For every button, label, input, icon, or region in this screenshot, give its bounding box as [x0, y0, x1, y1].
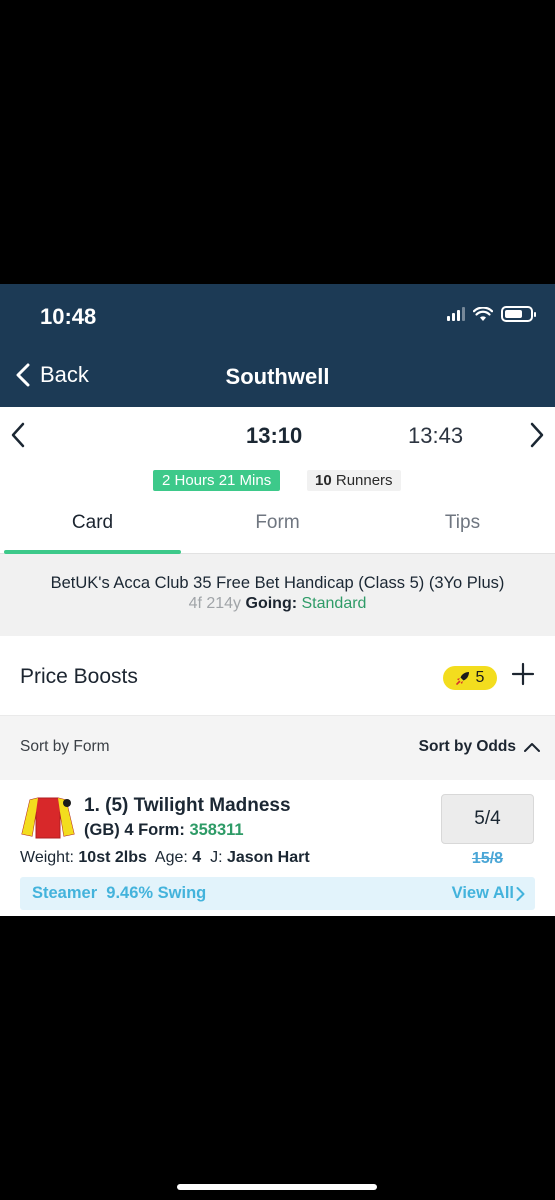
price-boosts-label: Price Boosts	[20, 665, 138, 688]
runners-label: Runners	[335, 472, 393, 489]
price-boosts-row[interactable]: Price Boosts 5	[0, 644, 555, 716]
going-label: Going:	[245, 595, 298, 612]
runner-name: 1. (5) Twilight Madness	[84, 795, 291, 816]
going-value: Standard	[301, 595, 367, 612]
view-all-link[interactable]: View All	[452, 884, 525, 903]
swing-text: Steamer 9.46% Swing	[32, 884, 207, 902]
weight-label: Weight:	[20, 849, 74, 866]
runners-badge: 10 Runners	[307, 470, 401, 491]
back-button[interactable]: Back	[16, 362, 89, 388]
jockey-silks-icon	[21, 797, 75, 839]
runner-subtitle: (GB) 4 Form: 358311	[84, 821, 244, 840]
rocket-icon	[455, 672, 469, 685]
chevron-right-icon	[516, 886, 525, 901]
jockey-label: J:	[210, 849, 223, 866]
runner-card[interactable]: 1. (5) Twilight Madness (GB) 4 Form: 358…	[0, 780, 555, 916]
tab-card[interactable]: Card	[0, 506, 185, 554]
status-time: 10:48	[40, 304, 97, 329]
race-distance: 4f 214y	[188, 595, 242, 612]
previous-odds: 15/8	[471, 850, 504, 867]
price-boost-badge[interactable]: 5	[443, 666, 497, 690]
runners-count: 10	[315, 472, 332, 489]
odds-button[interactable]: 5/4	[441, 794, 534, 844]
runner-form-label: Form:	[138, 821, 185, 839]
runner-age: 4	[192, 849, 202, 866]
tab-bar: Card Form Tips	[0, 506, 555, 554]
app-screen: 10:48 Back Southwell 13:10 13:43 2 Hours…	[0, 284, 555, 916]
swing-banner: Steamer 9.46% Swing View All	[20, 877, 535, 910]
prev-race-chevron-icon[interactable]	[10, 421, 26, 449]
signal-icon	[447, 307, 465, 321]
sort-by-odds-label: Sort by Odds	[418, 738, 516, 755]
sort-bar: Sort by Form Sort by Odds	[0, 716, 555, 780]
plus-icon[interactable]	[511, 662, 535, 686]
tab-form[interactable]: Form	[185, 506, 370, 553]
status-icons	[447, 306, 536, 322]
battery-icon	[501, 306, 536, 322]
countdown-badge: 2 Hours 21 Mins	[153, 470, 281, 491]
wifi-icon	[473, 306, 493, 321]
runner-origin-age: (GB) 4	[84, 821, 134, 839]
runner-details: Weight: 10st 2lbs Age: 4 J: Jason Hart	[20, 849, 310, 867]
view-all-label: View All	[451, 884, 514, 902]
back-label: Back	[40, 362, 89, 387]
chevron-left-icon	[16, 363, 30, 387]
sort-by-form-button[interactable]: Sort by Form	[20, 738, 110, 756]
page-title: Southwell	[225, 364, 330, 389]
race-meta: 4f 214y Going: Standard	[0, 595, 555, 613]
race-time-next[interactable]: 13:43	[408, 423, 463, 449]
next-race-chevron-icon[interactable]	[529, 421, 545, 449]
race-info-panel: BetUK's Acca Club 35 Free Bet Handicap (…	[0, 554, 555, 636]
price-boost-count: 5	[475, 669, 485, 686]
tab-tips[interactable]: Tips	[370, 506, 555, 553]
runner-jockey: Jason Hart	[226, 849, 310, 866]
app-header: 10:48 Back Southwell	[0, 284, 555, 407]
race-time-current[interactable]: 13:10	[246, 423, 302, 449]
home-indicator[interactable]	[177, 1184, 377, 1190]
age-label: Age:	[154, 849, 188, 866]
race-name: BetUK's Acca Club 35 Free Bet Handicap (…	[50, 574, 505, 592]
runner-form: 358311	[189, 821, 244, 839]
runner-weight: 10st 2lbs	[78, 849, 147, 866]
sort-by-odds-button[interactable]: Sort by Odds	[419, 738, 540, 756]
chevron-up-icon	[524, 743, 540, 752]
